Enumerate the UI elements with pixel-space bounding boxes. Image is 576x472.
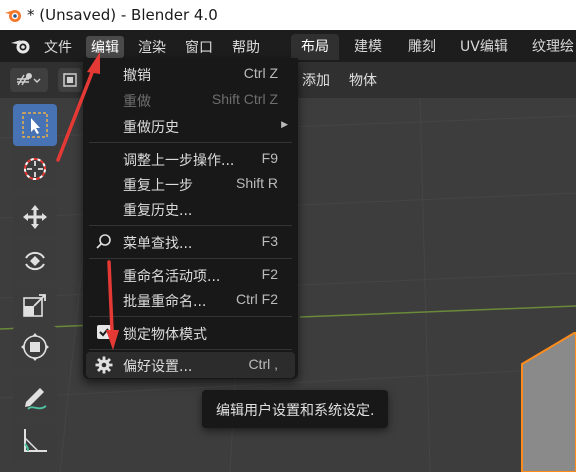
menu-item-menu-search[interactable]: 菜单查找... F3 bbox=[83, 229, 298, 255]
menu-separator bbox=[89, 258, 292, 259]
menu-item-lock-object-modes[interactable]: 锁定物体模式 bbox=[83, 320, 298, 346]
menu-item-redo: 重做 Shift Ctrl Z bbox=[83, 87, 298, 113]
menu-help[interactable]: 帮助 bbox=[227, 36, 265, 58]
transform-icon bbox=[21, 333, 49, 361]
object-mode-icon bbox=[63, 73, 77, 87]
move-tool[interactable] bbox=[13, 196, 57, 238]
menu-item-repeat-history[interactable]: 重复历史... bbox=[83, 196, 298, 222]
tooltip-text: 编辑用户设置和系统设定. bbox=[216, 403, 375, 419]
menu-item-undo[interactable]: 撤销 Ctrl Z bbox=[83, 61, 298, 87]
blender-menu-icon[interactable] bbox=[10, 37, 32, 55]
menu-render[interactable]: 渲染 bbox=[133, 36, 171, 58]
menu-item-undo-history[interactable]: 重做历史 ▶ bbox=[83, 113, 298, 139]
menu-item-rename-active[interactable]: 重命名活动项... F2 bbox=[83, 262, 298, 288]
menu-item-adjust-last[interactable]: 调整上一步操作... F9 bbox=[83, 146, 298, 172]
rotate-icon bbox=[25, 251, 45, 271]
menu-item-label: 批量重命名... bbox=[123, 294, 207, 310]
menu-item-shortcut: Ctrl F2 bbox=[236, 291, 278, 307]
rotate-tool[interactable] bbox=[13, 240, 57, 282]
transform-tool[interactable] bbox=[13, 326, 57, 368]
menu-item-shortcut: F3 bbox=[261, 233, 278, 249]
menu-window[interactable]: 窗口 bbox=[180, 36, 218, 58]
menu-item-label: 菜单查找... bbox=[123, 236, 193, 252]
menu-separator bbox=[89, 316, 292, 317]
preferences-tooltip: 编辑用户设置和系统设定. bbox=[202, 390, 388, 428]
tab-uv-editing[interactable]: UV编辑 bbox=[450, 34, 518, 60]
menu-item-shortcut: Ctrl Z bbox=[243, 65, 278, 81]
menu-item-label: 偏好设置... bbox=[123, 359, 193, 375]
select-box-tool[interactable] bbox=[13, 104, 57, 146]
menu-item-label: 重复上一步 bbox=[123, 178, 193, 194]
tab-modeling[interactable]: 建模 bbox=[344, 34, 392, 60]
menu-edit[interactable]: 编辑 bbox=[86, 36, 124, 58]
menu-item-shortcut: Shift R bbox=[235, 175, 278, 191]
menu-item-repeat-last[interactable]: 重复上一步 Shift R bbox=[83, 171, 298, 197]
menu-item-shortcut: Ctrl , bbox=[248, 356, 278, 372]
menu-item-preferences[interactable]: 偏好设置... Ctrl , bbox=[86, 352, 295, 378]
menu-item-shortcut: F9 bbox=[261, 150, 278, 166]
header-add[interactable]: 添加 bbox=[302, 70, 330, 90]
editor-type-button[interactable] bbox=[10, 68, 48, 92]
tab-texture-paint[interactable]: 纹理绘 bbox=[522, 34, 576, 60]
cursor-icon bbox=[24, 158, 46, 180]
measure-tool[interactable] bbox=[13, 420, 57, 462]
menu-item-label: 锁定物体模式 bbox=[123, 327, 207, 343]
menu-item-label: 重做历史 bbox=[123, 120, 179, 136]
submenu-arrow-icon: ▶ bbox=[281, 120, 288, 130]
tab-layout[interactable]: 布局 bbox=[291, 34, 339, 60]
editor-type-icon bbox=[17, 73, 41, 86]
mode-select-button[interactable] bbox=[58, 68, 82, 92]
menu-item-shortcut: F2 bbox=[261, 266, 278, 282]
menu-item-label: 重命名活动项... bbox=[123, 269, 221, 285]
window-titlebar: * (Unsaved) - Blender 4.0 bbox=[0, 0, 576, 30]
measure-ruler-icon bbox=[24, 429, 47, 452]
scale-icon bbox=[23, 294, 46, 317]
annotate-pencil-icon bbox=[25, 388, 47, 410]
menu-separator bbox=[89, 349, 292, 350]
blender-logo-icon bbox=[5, 10, 21, 22]
default-cube[interactable] bbox=[516, 332, 576, 472]
menu-item-label: 撤销 bbox=[123, 68, 151, 84]
window-title: * (Unsaved) - Blender 4.0 bbox=[27, 6, 218, 24]
menu-item-label: 重复历史... bbox=[123, 203, 193, 219]
move-icon bbox=[23, 205, 47, 229]
menu-item-label: 重做 bbox=[123, 94, 151, 110]
menu-separator bbox=[89, 142, 292, 143]
edit-dropdown-menu: 撤销 Ctrl Z 重做 Shift Ctrl Z 重做历史 ▶ 调整上一步操作… bbox=[83, 58, 298, 379]
checkbox-checked-icon[interactable] bbox=[97, 325, 111, 339]
select-box-icon bbox=[22, 112, 48, 138]
scale-tool[interactable] bbox=[13, 284, 57, 326]
cursor-tool[interactable] bbox=[13, 148, 57, 190]
menu-item-label: 调整上一步操作... bbox=[123, 153, 235, 169]
tool-shelf bbox=[6, 104, 64, 472]
menu-item-batch-rename[interactable]: 批量重命名... Ctrl F2 bbox=[83, 287, 298, 313]
annotate-tool[interactable] bbox=[13, 376, 57, 418]
header-object[interactable]: 物体 bbox=[349, 70, 377, 90]
menu-separator bbox=[89, 225, 292, 226]
menu-item-shortcut: Shift Ctrl Z bbox=[211, 91, 278, 107]
tab-sculpting[interactable]: 雕刻 bbox=[398, 34, 446, 60]
menu-file[interactable]: 文件 bbox=[39, 36, 77, 58]
gear-icon bbox=[95, 356, 113, 374]
search-icon bbox=[96, 234, 111, 249]
